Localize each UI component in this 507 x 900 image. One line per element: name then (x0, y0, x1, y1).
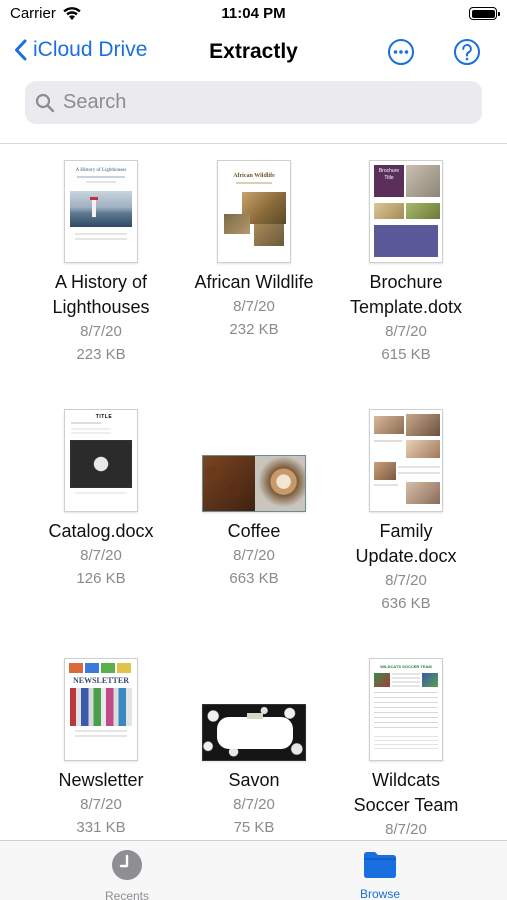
document-thumbnail (369, 409, 443, 512)
document-thumbnail: A History of Lighthouses (64, 160, 138, 263)
file-date: 8/7/20 (385, 821, 427, 838)
file-name: Catalog.docx (48, 521, 154, 541)
tab-label: Browse (359, 887, 400, 900)
file-item-a-history-of-lighthouses[interactable]: A History of Lighthouses A History of Lig… (21, 144, 181, 366)
file-size: 636 KB (381, 595, 431, 612)
tab-bar: Recents Browse (0, 840, 507, 900)
file-date: 8/7/20 (80, 796, 122, 813)
document-thumbnail: WILDCATS SOCCER TEAM (369, 658, 443, 761)
file-date: 8/7/20 (233, 547, 275, 564)
help-button[interactable] (453, 38, 481, 66)
file-date: 8/7/20 (385, 323, 427, 340)
back-button-label: iCloud Drive (33, 38, 148, 61)
ellipsis-circle-icon (388, 39, 414, 65)
document-thumbnail: Brochure Title (369, 160, 443, 263)
folder-icon (364, 852, 396, 878)
file-date: 8/7/20 (233, 298, 275, 315)
file-item-savon[interactable]: Savon 8/7/20 75 KB (174, 642, 334, 839)
more-options-button[interactable] (387, 38, 415, 66)
file-date: 8/7/20 (80, 547, 122, 564)
tab-label: Recents (104, 889, 150, 900)
file-item-coffee[interactable]: Coffee 8/7/20 663 KB (174, 393, 334, 590)
search-icon (35, 93, 55, 112)
file-item-african-wildlife[interactable]: African Wildlife African Wildlife 8/7/20… (174, 144, 334, 341)
battery-icon (469, 7, 500, 20)
file-item-newsletter[interactable]: NEWSLETTER Newsletter 8/7/20 331 KB (21, 642, 181, 839)
file-size: 615 KB (381, 346, 431, 363)
file-size: 126 KB (76, 570, 126, 587)
document-thumbnail: TITLE (64, 409, 138, 512)
clock-time: 11:04 PM (221, 5, 286, 22)
file-name: A History of Lighthouses (52, 272, 150, 317)
search-input[interactable] (63, 91, 443, 114)
back-button[interactable]: iCloud Drive (14, 38, 147, 62)
file-date: 8/7/20 (233, 796, 275, 813)
image-thumbnail (202, 704, 306, 761)
status-bar: Carrier 11:04 PM (0, 0, 507, 28)
file-date: 8/7/20 (80, 323, 122, 340)
file-item-wildcats-soccer-team[interactable]: WILDCATS SOCCER TEAM Wildcats Soccer Team… (326, 642, 486, 840)
file-name: Savon (228, 770, 280, 790)
clock-icon (112, 850, 142, 880)
tab-browse[interactable]: Browse (320, 849, 440, 900)
image-thumbnail (202, 455, 306, 512)
file-item-brochure-template[interactable]: Brochure Title Brochure Template.dotx 8/7/… (326, 144, 486, 366)
document-thumbnail: NEWSLETTER (64, 658, 138, 761)
file-size: 232 KB (229, 321, 279, 338)
file-name: African Wildlife (194, 272, 314, 292)
file-size: 663 KB (229, 570, 279, 587)
file-size: 331 KB (76, 819, 126, 836)
file-name: Family Update.docx (355, 521, 457, 566)
file-name: Newsletter (58, 770, 144, 790)
search-field[interactable] (25, 81, 482, 124)
navigation-bar: iCloud Drive Extractly (0, 30, 507, 76)
file-name: Brochure Template.dotx (349, 272, 463, 317)
tab-recents[interactable]: Recents (67, 849, 187, 900)
chevron-left-icon (15, 39, 27, 61)
document-thumbnail: African Wildlife (217, 160, 291, 263)
file-size: 223 KB (76, 346, 126, 363)
file-grid: A History of Lighthouses A History of Lig… (0, 144, 507, 840)
file-size: 75 KB (233, 819, 275, 836)
file-date: 8/7/20 (385, 572, 427, 589)
file-name: Wildcats Soccer Team (353, 770, 459, 815)
file-name: Coffee (227, 521, 281, 541)
file-item-family-update[interactable]: Family Update.docx 8/7/20 636 KB (326, 393, 486, 615)
file-item-catalog[interactable]: TITLE Catalog.docx 8/7/20 126 KB (21, 393, 181, 590)
question-circle-icon (454, 39, 480, 65)
